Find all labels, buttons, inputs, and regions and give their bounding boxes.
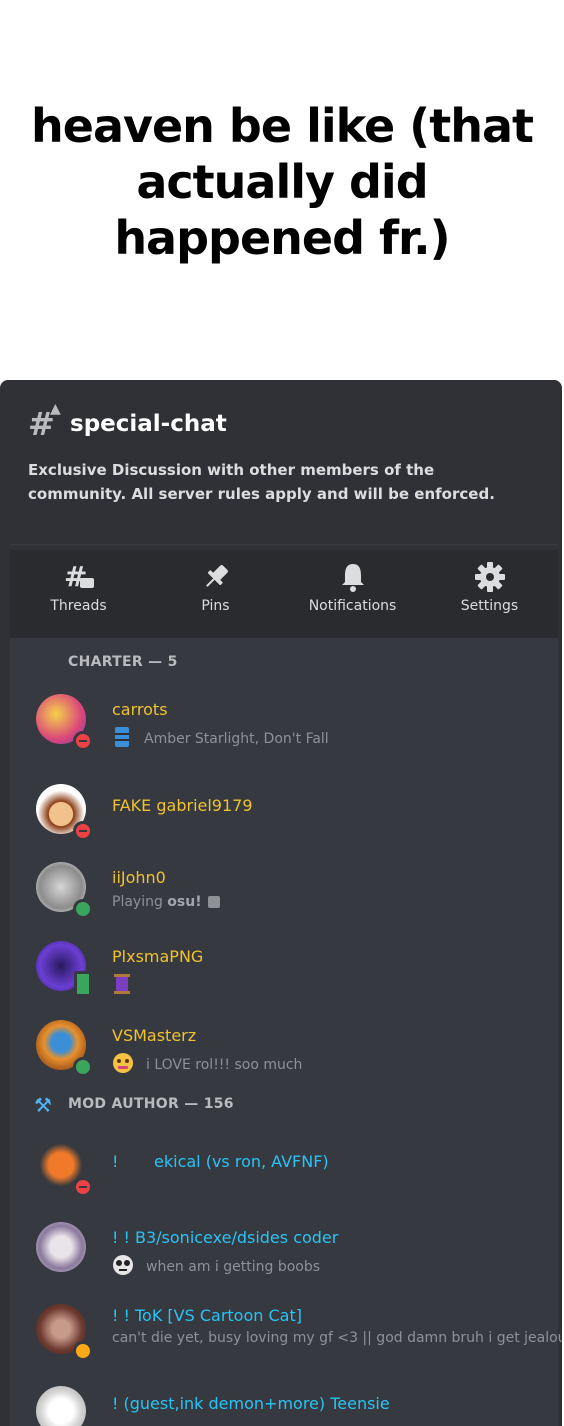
member-name: ! ! ToK [VS Cartoon Cat] (112, 1306, 302, 1325)
activity-text: i LOVE rol!!! soo much (146, 1057, 303, 1073)
tools-icon: ⚒ (34, 1093, 53, 1117)
channel-info-panel: # ▲ special-chat Exclusive Discussion wit… (0, 380, 562, 1426)
svg-text:#: # (64, 560, 87, 593)
member-activity (112, 973, 144, 999)
custom-status-emoji-icon (112, 1254, 134, 1280)
member-activity: Playing osu! (112, 894, 220, 910)
member-name: FAKE gabriel9179 (112, 796, 253, 815)
meme-caption: heaven be like (that actually did happen… (0, 98, 564, 266)
member-row[interactable]: iiJohn0 Playing osu! (10, 856, 558, 919)
member-row[interactable]: carrots Amber Starlight, Don't Fall (10, 688, 558, 752)
pins-label: Pins (201, 598, 230, 614)
pins-button[interactable]: Pins (147, 550, 284, 638)
member-activity: Amber Starlight, Don't Fall (112, 726, 329, 752)
member-row[interactable]: FAKE gabriel9179 (10, 778, 558, 841)
divider (10, 544, 558, 545)
custom-status-emoji-icon (112, 726, 132, 752)
activity-prefix: Playing (112, 894, 168, 910)
activity-text: osu! (167, 894, 202, 910)
online-status-icon (73, 1057, 93, 1077)
channel-name: special-chat (70, 411, 227, 437)
idle-status-icon (73, 1341, 93, 1361)
spool-emoji-icon (112, 973, 132, 999)
mobile-status-icon (74, 971, 92, 997)
member-row[interactable]: ! ! ToK [VS Cartoon Cat] can't die yet, … (10, 1298, 562, 1361)
settings-button[interactable]: Settings (421, 550, 558, 638)
member-row[interactable]: PlxsmaPNG (10, 935, 558, 997)
activity-text: when am i getting boobs (146, 1259, 321, 1275)
threads-button[interactable]: # Threads (10, 550, 147, 638)
locked-channel-icon: # ▲ (28, 401, 61, 443)
online-status-icon (73, 899, 93, 919)
notifications-label: Notifications (308, 598, 397, 614)
caption-line-2: actually did (136, 155, 428, 209)
member-name: ! ekical (vs ron, AVFNF) (112, 1152, 329, 1171)
avatar (36, 1222, 86, 1272)
member-name: ! ! B3/sonicexe/dsides coder (112, 1228, 339, 1247)
member-name: ! (guest,ink demon+more) Teensie (112, 1394, 390, 1413)
member-row[interactable]: ! ekical (vs ron, AVFNF) (10, 1134, 558, 1197)
member-name: PlxsmaPNG (112, 947, 204, 966)
activity-text: can't die yet, busy loving my gf <3 || g… (112, 1330, 562, 1346)
gear-icon (421, 560, 558, 596)
member-list: CHARTER — 5 carrots Amber Starlight, Don… (10, 638, 562, 1426)
member-activity: can't die yet, busy loving my gf <3 || g… (112, 1330, 562, 1346)
threads-label: Threads (50, 598, 107, 614)
channel-topic: Exclusive Discussion with other members … (28, 461, 495, 503)
activity-text: Amber Starlight, Don't Fall (144, 731, 329, 747)
section-header-charter: CHARTER — 5 (68, 654, 178, 670)
member-activity: when am i getting boobs (112, 1254, 320, 1280)
member-row[interactable]: ! ! B3/sonicexe/dsides coder when am i g… (10, 1216, 558, 1278)
section-title: MOD AUTHOR — 156 (68, 1096, 234, 1112)
channel-header: # ▲ special-chat (28, 401, 227, 443)
caption-line-3: happened fr.) (114, 211, 450, 265)
member-name: carrots (112, 700, 168, 719)
member-row[interactable]: VSMasterz i LOVE rol!!! soo much (10, 1014, 558, 1078)
dnd-status-icon (73, 821, 93, 841)
settings-label: Settings (460, 598, 519, 614)
notifications-button[interactable]: Notifications (284, 550, 421, 638)
member-row[interactable]: ! (guest,ink demon+more) Teensie (10, 1380, 558, 1426)
member-name: iiJohn0 (112, 868, 166, 887)
member-activity: i LOVE rol!!! soo much (112, 1052, 302, 1078)
bell-icon (284, 560, 421, 596)
custom-status-emoji-icon (112, 1052, 134, 1078)
member-name: VSMasterz (112, 1026, 197, 1045)
rich-presence-icon (207, 896, 220, 908)
section-header-mod-author: ⚒ MOD AUTHOR — 156 (34, 1093, 234, 1117)
dnd-status-icon (73, 1177, 93, 1197)
pin-icon (147, 560, 284, 596)
channel-actions: # Threads Pins Notifications Settings (10, 550, 558, 638)
dnd-status-icon (73, 731, 93, 751)
caption-line-1: heaven be like (that (31, 99, 534, 153)
avatar (36, 1386, 86, 1426)
threads-icon: # (10, 560, 147, 596)
